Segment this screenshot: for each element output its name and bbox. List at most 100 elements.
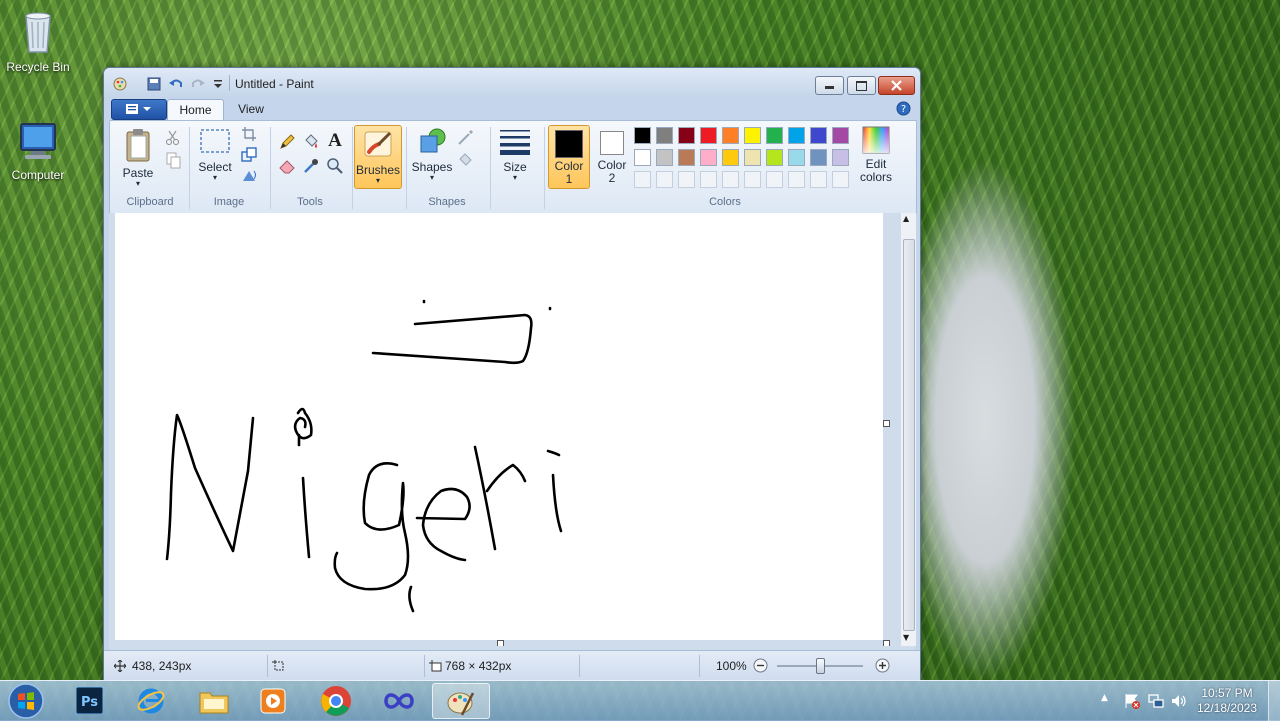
customize-qat-icon[interactable] — [210, 76, 226, 92]
palette-swatch[interactable] — [810, 149, 827, 166]
palette-swatch[interactable] — [832, 149, 849, 166]
fill-icon[interactable] — [456, 151, 474, 169]
start-orb-icon[interactable] — [6, 682, 46, 720]
edit-colors-icon — [862, 126, 890, 154]
drawn-letter-r — [473, 445, 527, 551]
palette-swatch[interactable] — [678, 149, 695, 166]
canvas-workspace — [109, 213, 902, 647]
show-desktop-button[interactable] — [1268, 681, 1280, 721]
palette-swatch[interactable] — [744, 127, 761, 144]
zoom-out-icon[interactable] — [753, 658, 768, 673]
palette-swatch[interactable] — [656, 149, 673, 166]
title-bar[interactable]: Untitled - Paint — [104, 68, 920, 98]
color-picker-icon[interactable] — [302, 157, 320, 175]
tab-view[interactable]: View — [226, 99, 276, 119]
title-separator — [229, 75, 230, 91]
minimize-button[interactable] — [815, 76, 844, 95]
fill-bucket-icon[interactable] — [302, 133, 320, 151]
close-button[interactable] — [878, 76, 915, 95]
undo-icon[interactable] — [168, 76, 184, 92]
svg-text:?: ? — [901, 104, 906, 115]
magnifier-icon[interactable] — [326, 157, 344, 175]
taskbar-internet-explorer[interactable] — [126, 683, 176, 719]
desktop-icon-computer[interactable]: Computer — [0, 122, 76, 182]
scroll-up-icon[interactable]: ▲ — [903, 214, 909, 223]
palette-swatch[interactable] — [634, 127, 651, 144]
color1-button[interactable]: Color 1 — [548, 125, 590, 189]
drawing-canvas[interactable] — [115, 213, 883, 640]
palette-swatch[interactable] — [634, 149, 651, 166]
zoom-in-icon[interactable] — [875, 658, 890, 673]
taskbar-chrome[interactable] — [311, 683, 361, 719]
palette-swatch[interactable] — [700, 149, 717, 166]
crop-icon[interactable] — [240, 125, 258, 143]
scrollbar-thumb[interactable] — [903, 239, 915, 631]
file-menu-button[interactable] — [111, 99, 167, 120]
clock-time: 10:57 PM — [1201, 686, 1253, 700]
network-icon[interactable] — [1147, 692, 1165, 710]
file-menu-icon — [126, 104, 151, 114]
palette-swatch[interactable] — [788, 171, 805, 188]
scroll-down-icon[interactable]: ▼ — [903, 633, 909, 642]
outline-icon[interactable] — [456, 129, 474, 147]
taskbar-file-explorer[interactable] — [188, 683, 238, 719]
zoom-slider-thumb[interactable] — [816, 658, 825, 674]
help-icon[interactable]: ? — [896, 101, 911, 116]
desktop-icon-recycle-bin[interactable]: Recycle Bin — [0, 8, 76, 74]
action-center-icon[interactable] — [1123, 692, 1141, 710]
eraser-icon[interactable] — [278, 157, 296, 175]
rotate-icon[interactable] — [240, 167, 258, 185]
select-rectangle-icon — [200, 129, 230, 153]
maximize-button[interactable] — [847, 76, 876, 95]
palette-swatch[interactable] — [788, 127, 805, 144]
system-clock[interactable]: 10:57 PM 12/18/2023 — [1192, 686, 1262, 716]
palette-swatch[interactable] — [634, 171, 651, 188]
taskbar-photoshop[interactable]: Ps — [64, 683, 114, 719]
palette-swatch[interactable] — [656, 127, 673, 144]
palette-swatch[interactable] — [722, 127, 739, 144]
save-icon[interactable] — [146, 76, 162, 92]
resize-icon[interactable] — [240, 146, 258, 164]
palette-swatch[interactable] — [766, 127, 783, 144]
volume-icon[interactable] — [1170, 692, 1188, 710]
color2-button[interactable]: Color 2 — [592, 125, 632, 187]
taskbar-media-player[interactable] — [248, 683, 298, 719]
palette-swatch[interactable] — [832, 127, 849, 144]
select-button[interactable]: Select ▾ — [192, 127, 238, 182]
palette-swatch[interactable] — [744, 149, 761, 166]
palette-swatch[interactable] — [810, 171, 827, 188]
palette-swatch[interactable] — [744, 171, 761, 188]
redo-icon[interactable] — [190, 76, 206, 92]
palette-swatch[interactable] — [810, 127, 827, 144]
palette-swatch[interactable] — [722, 149, 739, 166]
palette-swatch[interactable] — [766, 171, 783, 188]
taskbar-paint[interactable] — [432, 683, 490, 719]
vertical-scrollbar[interactable]: ▲ ▼ — [900, 213, 916, 646]
palette-swatch[interactable] — [678, 127, 695, 144]
palette-swatch[interactable] — [766, 149, 783, 166]
shapes-button[interactable]: Shapes ▾ — [408, 127, 456, 182]
image-group-label: Image — [213, 196, 245, 208]
paint-app-icon[interactable] — [112, 76, 128, 92]
palette-swatch[interactable] — [788, 149, 805, 166]
size-button[interactable]: Size ▾ — [494, 127, 536, 182]
palette-swatch[interactable] — [678, 171, 695, 188]
palette-swatch[interactable] — [656, 171, 673, 188]
palette-swatch[interactable] — [700, 171, 717, 188]
copy-icon[interactable] — [164, 151, 182, 169]
tab-home[interactable]: Home — [167, 99, 224, 120]
media-player-icon — [260, 688, 286, 714]
taskbar-infinity-app[interactable] — [374, 683, 424, 719]
cut-icon[interactable] — [164, 129, 182, 147]
palette-swatch[interactable] — [832, 171, 849, 188]
canvas-size: 768 × 432px — [445, 659, 512, 673]
resize-handle-right[interactable] — [883, 420, 890, 427]
brushes-button[interactable]: Brushes ▾ — [354, 125, 402, 189]
palette-swatch[interactable] — [700, 127, 717, 144]
pencil-icon[interactable] — [278, 133, 296, 151]
text-tool-icon[interactable]: A — [326, 131, 344, 151]
show-hidden-icons[interactable]: ▲ — [1101, 693, 1108, 703]
palette-swatch[interactable] — [722, 171, 739, 188]
paste-button[interactable]: Paste ▾ — [118, 127, 158, 188]
edit-colors-button[interactable]: Edit colors — [854, 125, 898, 184]
